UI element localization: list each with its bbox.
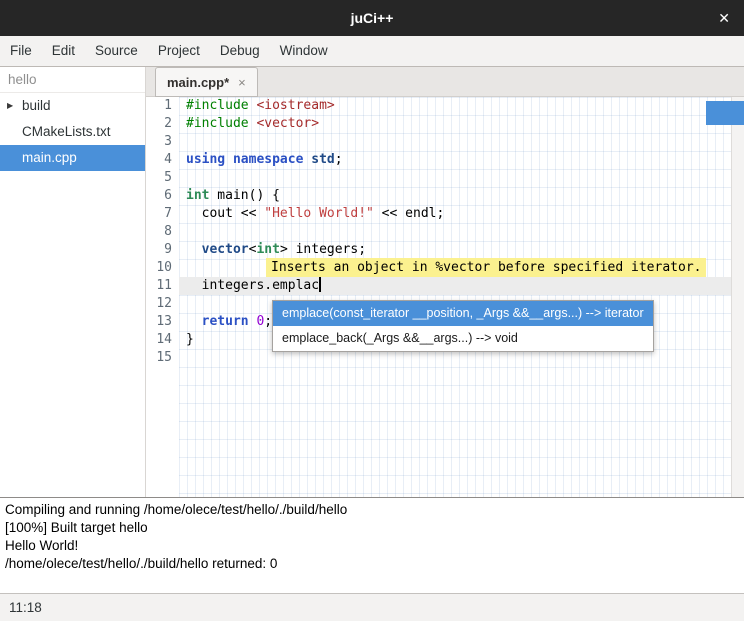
menu-item-project[interactable]: Project xyxy=(148,36,210,66)
window-close-icon[interactable]: ✕ xyxy=(718,0,730,36)
tab-label: main.cpp* xyxy=(167,75,229,90)
scrollbar-track[interactable] xyxy=(731,97,744,497)
code-token: ; xyxy=(335,152,343,167)
line-number: 4 xyxy=(146,151,172,169)
output-line: Hello World! xyxy=(5,537,739,555)
menu-item-edit[interactable]: Edit xyxy=(42,36,85,66)
titlebar[interactable]: juCi++ ✕ xyxy=(0,0,744,36)
line-number: 3 xyxy=(146,133,172,151)
code-token: <iostream> xyxy=(256,98,334,113)
code-token: <vector> xyxy=(256,116,319,131)
code-line[interactable] xyxy=(179,133,731,151)
output-line: [100%] Built target hello xyxy=(5,519,739,537)
scrollbar-slider[interactable] xyxy=(706,101,744,125)
file-tree-panel: hello ▶ build CMakeLists.txt main.cpp xyxy=(0,67,146,497)
code-line[interactable]: cout << "Hello World!" << endl; xyxy=(179,205,731,223)
menubar: File Edit Source Project Debug Window xyxy=(0,36,744,67)
code-line[interactable]: integers.emplac xyxy=(179,277,731,295)
code-token: integers.emplac xyxy=(186,278,319,293)
cursor-position: 11:18 xyxy=(9,594,42,621)
line-number: 14 xyxy=(146,331,172,349)
output-line: /home/olece/test/hello/./build/hello ret… xyxy=(5,555,739,573)
code-token: std xyxy=(311,152,334,167)
line-number: 2 xyxy=(146,115,172,133)
line-number: 7 xyxy=(146,205,172,223)
completion-popup: emplace(const_iterator __position, _Args… xyxy=(272,300,654,352)
code-line[interactable] xyxy=(179,169,731,187)
line-number: 8 xyxy=(146,223,172,241)
line-number: 12 xyxy=(146,295,172,313)
code-token: } xyxy=(186,332,194,347)
tabbar: main.cpp* × xyxy=(146,67,744,97)
line-number: 13 xyxy=(146,313,172,331)
code-line[interactable]: #include <vector> xyxy=(179,115,731,133)
code-token: #include xyxy=(186,98,249,113)
code-token xyxy=(186,242,202,257)
menu-item-source[interactable]: Source xyxy=(85,36,148,66)
code-token: << endl; xyxy=(374,206,444,221)
tree-item-label: CMakeLists.txt xyxy=(22,124,111,139)
tree-item-cmakelists[interactable]: CMakeLists.txt xyxy=(0,119,145,145)
tab-maincpp[interactable]: main.cpp* × xyxy=(155,67,258,97)
menu-item-debug[interactable]: Debug xyxy=(210,36,270,66)
code-token: namespace xyxy=(233,152,303,167)
code-token: int xyxy=(256,242,279,257)
line-number: 15 xyxy=(146,349,172,367)
code-token xyxy=(225,152,233,167)
code-line[interactable]: #include <iostream> xyxy=(179,97,731,115)
statusbar: 11:18 xyxy=(0,593,744,621)
tree-item-label: build xyxy=(22,98,51,113)
code-token: cout << xyxy=(186,206,264,221)
line-number: 11 xyxy=(146,277,172,295)
code-token: "Hello World!" xyxy=(264,206,374,221)
code-token: ; xyxy=(264,314,272,329)
completion-item-emplace-back[interactable]: emplace_back(_Args &&__args...) --> void xyxy=(273,326,653,351)
code-line[interactable]: int main() { xyxy=(179,187,731,205)
code-token: using xyxy=(186,152,225,167)
code-token: vector xyxy=(202,242,249,257)
project-name[interactable]: hello xyxy=(0,67,145,93)
code-token: #include xyxy=(186,116,249,131)
window-title: juCi++ xyxy=(0,0,744,36)
code-line[interactable]: vector<int> integers; xyxy=(179,241,731,259)
code-token: int xyxy=(186,188,209,203)
code-token: return xyxy=(202,314,249,329)
code-editor[interactable]: 123456789101112131415 #include <iostream… xyxy=(146,97,744,497)
line-number: 1 xyxy=(146,97,172,115)
line-number: 6 xyxy=(146,187,172,205)
code-line[interactable] xyxy=(179,223,731,241)
line-number: 10 xyxy=(146,259,172,277)
text-caret xyxy=(319,277,321,292)
gutter: 123456789101112131415 xyxy=(146,97,179,497)
expander-icon[interactable]: ▶ xyxy=(7,93,13,119)
tab-close-icon[interactable]: × xyxy=(238,75,246,90)
output-panel: Compiling and running /home/olece/test/h… xyxy=(0,497,744,593)
tree-item-maincpp[interactable]: main.cpp xyxy=(0,145,145,171)
tree-item-build[interactable]: ▶ build xyxy=(0,93,145,119)
app-window: juCi++ ✕ File Edit Source Project Debug … xyxy=(0,0,744,621)
menu-item-file[interactable]: File xyxy=(0,36,42,66)
code-line[interactable]: using namespace std; xyxy=(179,151,731,169)
completion-item-emplace[interactable]: emplace(const_iterator __position, _Args… xyxy=(273,301,653,326)
code-area[interactable]: #include <iostream>#include <vector>usin… xyxy=(179,97,731,497)
tree-item-label: main.cpp xyxy=(22,150,77,165)
code-token xyxy=(186,314,202,329)
menu-item-window[interactable]: Window xyxy=(270,36,338,66)
code-token: main() { xyxy=(209,188,279,203)
line-number: 5 xyxy=(146,169,172,187)
output-line: Compiling and running /home/olece/test/h… xyxy=(5,501,739,519)
line-number: 9 xyxy=(146,241,172,259)
completion-doc-tooltip: Inserts an object in %vector before spec… xyxy=(266,258,706,277)
code-token: > integers; xyxy=(280,242,366,257)
